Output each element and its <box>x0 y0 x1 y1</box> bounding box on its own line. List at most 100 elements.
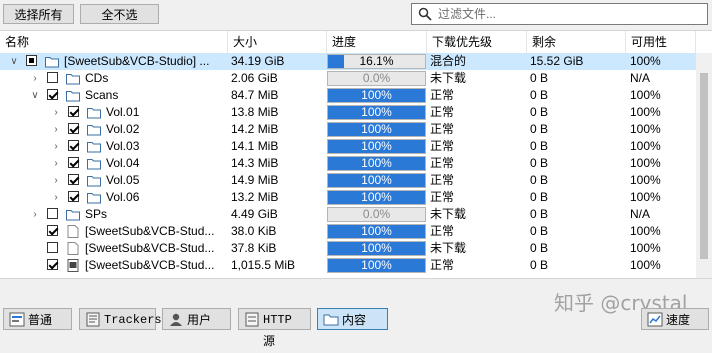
row-remaining: 0 B <box>530 88 549 102</box>
row-size: 4.49 GiB <box>231 207 278 221</box>
row-checkbox[interactable] <box>68 157 79 168</box>
table-row[interactable]: › Vol.03 14.1 MiB 100% 正常 0 B 100% <box>0 138 696 155</box>
row-remaining: 0 B <box>530 105 549 119</box>
row-remaining: 15.52 GiB <box>530 54 584 68</box>
chevron-right-icon[interactable]: › <box>50 138 62 155</box>
table-row[interactable]: [SweetSub&VCB-Stud... 38.0 KiB 100% 正常 0 B 10… <box>0 223 696 240</box>
tab-peers[interactable]: 用户 <box>162 308 231 330</box>
row-checkbox[interactable] <box>47 208 58 219</box>
row-priority: 正常 <box>430 190 455 204</box>
row-size: 37.8 KiB <box>231 241 277 255</box>
table-row[interactable]: [SweetSub&VCB-Stud... 37.8 KiB 100% 未下载 0 B 1… <box>0 240 696 257</box>
column-header-priority[interactable]: 下载优先级 <box>427 31 527 53</box>
row-remaining: 0 B <box>530 207 549 221</box>
folder-icon <box>66 74 80 85</box>
row-availability: 100% <box>630 258 661 272</box>
row-name: Vol.02 <box>106 122 140 136</box>
table-row[interactable]: › Vol.06 13.2 MiB 100% 正常 0 B 100% <box>0 189 696 206</box>
row-priority: 正常 <box>430 258 455 272</box>
chevron-right-icon[interactable]: › <box>50 121 62 138</box>
tab-speed[interactable]: 速度 <box>641 308 709 330</box>
tab-content[interactable]: 内容 <box>317 308 388 330</box>
row-checkbox[interactable] <box>47 259 58 270</box>
row-checkbox[interactable] <box>47 72 58 83</box>
row-remaining: 0 B <box>530 122 549 136</box>
row-size: 1,015.5 MiB <box>231 258 296 272</box>
row-checkbox[interactable] <box>68 123 79 134</box>
column-header-size[interactable]: 大小 <box>228 31 327 53</box>
select-all-button[interactable]: 选择所有 <box>3 4 74 24</box>
folder-icon <box>323 314 339 326</box>
row-size: 2.06 GiB <box>231 71 278 85</box>
table-row[interactable]: › SPs 4.49 GiB 0.0% 未下载 0 B N/A <box>0 206 696 223</box>
tab-label: 用户 <box>187 313 212 327</box>
folder-icon <box>87 193 101 204</box>
row-name: Vol.06 <box>106 190 140 204</box>
row-priority: 未下载 <box>430 241 467 255</box>
column-header-availability[interactable]: 可用性 <box>626 31 696 53</box>
chevron-right-icon[interactable]: › <box>50 155 62 172</box>
filter-placeholder: 过滤文件... <box>438 7 497 21</box>
column-header-name[interactable]: 名称 <box>0 31 228 53</box>
row-size: 38.0 KiB <box>231 224 277 238</box>
progress-bar: 100% <box>327 122 426 137</box>
row-name: Vol.03 <box>106 139 140 153</box>
chevron-right-icon[interactable]: › <box>50 189 62 206</box>
table-row[interactable]: › Vol.02 14.2 MiB 100% 正常 0 B 100% <box>0 121 696 138</box>
table-header: 名称 大小 进度 下载优先级 剩余 可用性 <box>0 31 712 53</box>
chevron-right-icon[interactable]: › <box>50 104 62 121</box>
progress-bar: 100% <box>327 105 426 120</box>
column-header-remaining[interactable]: 剩余 <box>527 31 626 53</box>
info-icon <box>9 312 25 327</box>
column-header-progress[interactable]: 进度 <box>327 31 427 53</box>
vertical-scrollbar[interactable] <box>696 53 712 278</box>
table-row[interactable]: ∨ Scans 84.7 MiB 100% 正常 0 B 100% <box>0 87 696 104</box>
content-tree[interactable]: 名称 大小 进度 下载优先级 剩余 可用性 ∨ [SweetSub&VCB-Stu… <box>0 30 712 279</box>
row-size: 84.7 MiB <box>231 88 279 102</box>
row-checkbox[interactable] <box>68 106 79 117</box>
table-row[interactable]: › Vol.01 13.8 MiB 100% 正常 0 B 100% <box>0 104 696 121</box>
row-checkbox[interactable] <box>68 174 79 185</box>
http-source-icon <box>245 312 259 327</box>
table-row[interactable]: › CDs 2.06 GiB 0.0% 未下载 0 B N/A <box>0 70 696 87</box>
row-priority: 正常 <box>430 122 455 136</box>
progress-bar: 100% <box>327 88 426 103</box>
row-checkbox[interactable] <box>47 242 58 253</box>
row-remaining: 0 B <box>530 156 549 170</box>
tab-trackers[interactable]: Trackers <box>79 308 162 330</box>
row-checkbox[interactable] <box>47 89 58 100</box>
chevron-down-icon[interactable]: ∨ <box>8 53 20 70</box>
row-checkbox[interactable] <box>47 225 58 236</box>
table-row[interactable]: ∨ [SweetSub&VCB-Studio] ... 34.19 GiB 16.1%… <box>0 53 696 70</box>
chevron-right-icon[interactable]: › <box>29 70 41 87</box>
row-priority: 混合的 <box>430 54 467 68</box>
table-row[interactable]: › Vol.05 14.9 MiB 100% 正常 0 B 100% <box>0 172 696 189</box>
progress-bar: 100% <box>327 173 426 188</box>
row-size: 34.19 GiB <box>231 54 285 68</box>
table-row[interactable]: [SweetSub&VCB-Stud... 1,015.5 MiB 100% 正常 0 … <box>0 257 696 274</box>
scrollbar-thumb[interactable] <box>700 73 708 259</box>
row-availability: 100% <box>630 54 661 68</box>
properties-tabs: 普通 Trackers 用户 HTTP 源 内容 速度 <box>0 308 712 349</box>
row-checkbox[interactable] <box>68 191 79 202</box>
select-none-button[interactable]: 全不选 <box>80 4 159 24</box>
chevron-right-icon[interactable]: › <box>50 172 62 189</box>
row-remaining: 0 B <box>530 241 549 255</box>
tab-general[interactable]: 普通 <box>3 308 72 330</box>
chevron-right-icon[interactable]: › <box>29 206 41 223</box>
tab-label: Trackers <box>104 313 162 327</box>
row-checkbox[interactable] <box>26 55 37 66</box>
progress-text: 100% <box>361 224 392 238</box>
row-name: CDs <box>85 71 109 85</box>
filter-input[interactable]: 过滤文件... <box>411 3 708 25</box>
row-availability: 100% <box>630 190 661 204</box>
folder-icon <box>66 91 80 102</box>
table-row[interactable]: › Vol.04 14.3 MiB 100% 正常 0 B 100% <box>0 155 696 172</box>
row-checkbox[interactable] <box>68 140 79 151</box>
chevron-down-icon[interactable]: ∨ <box>29 87 41 104</box>
progress-text: 100% <box>361 156 392 170</box>
file-icon <box>67 242 79 255</box>
progress-bar: 100% <box>327 156 426 171</box>
row-name: SPs <box>85 207 108 221</box>
tab-http-sources[interactable]: HTTP 源 <box>238 308 311 349</box>
